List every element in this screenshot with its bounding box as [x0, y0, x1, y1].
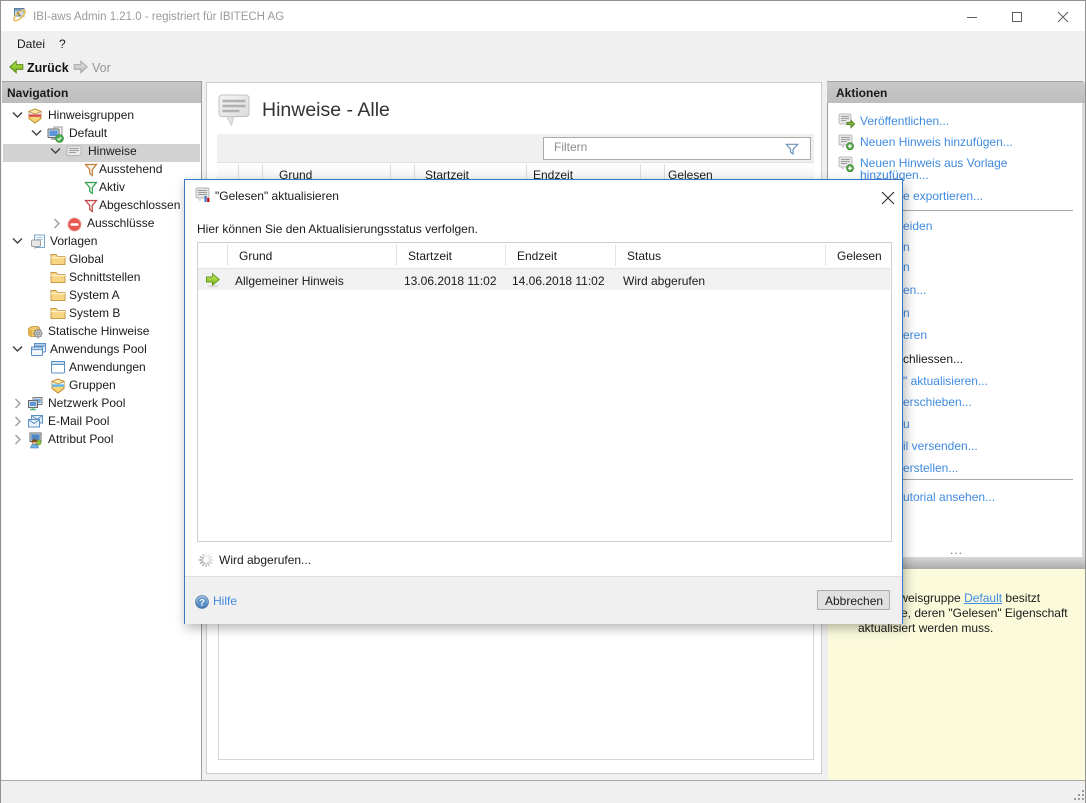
svg-text:?: ?	[199, 597, 205, 608]
